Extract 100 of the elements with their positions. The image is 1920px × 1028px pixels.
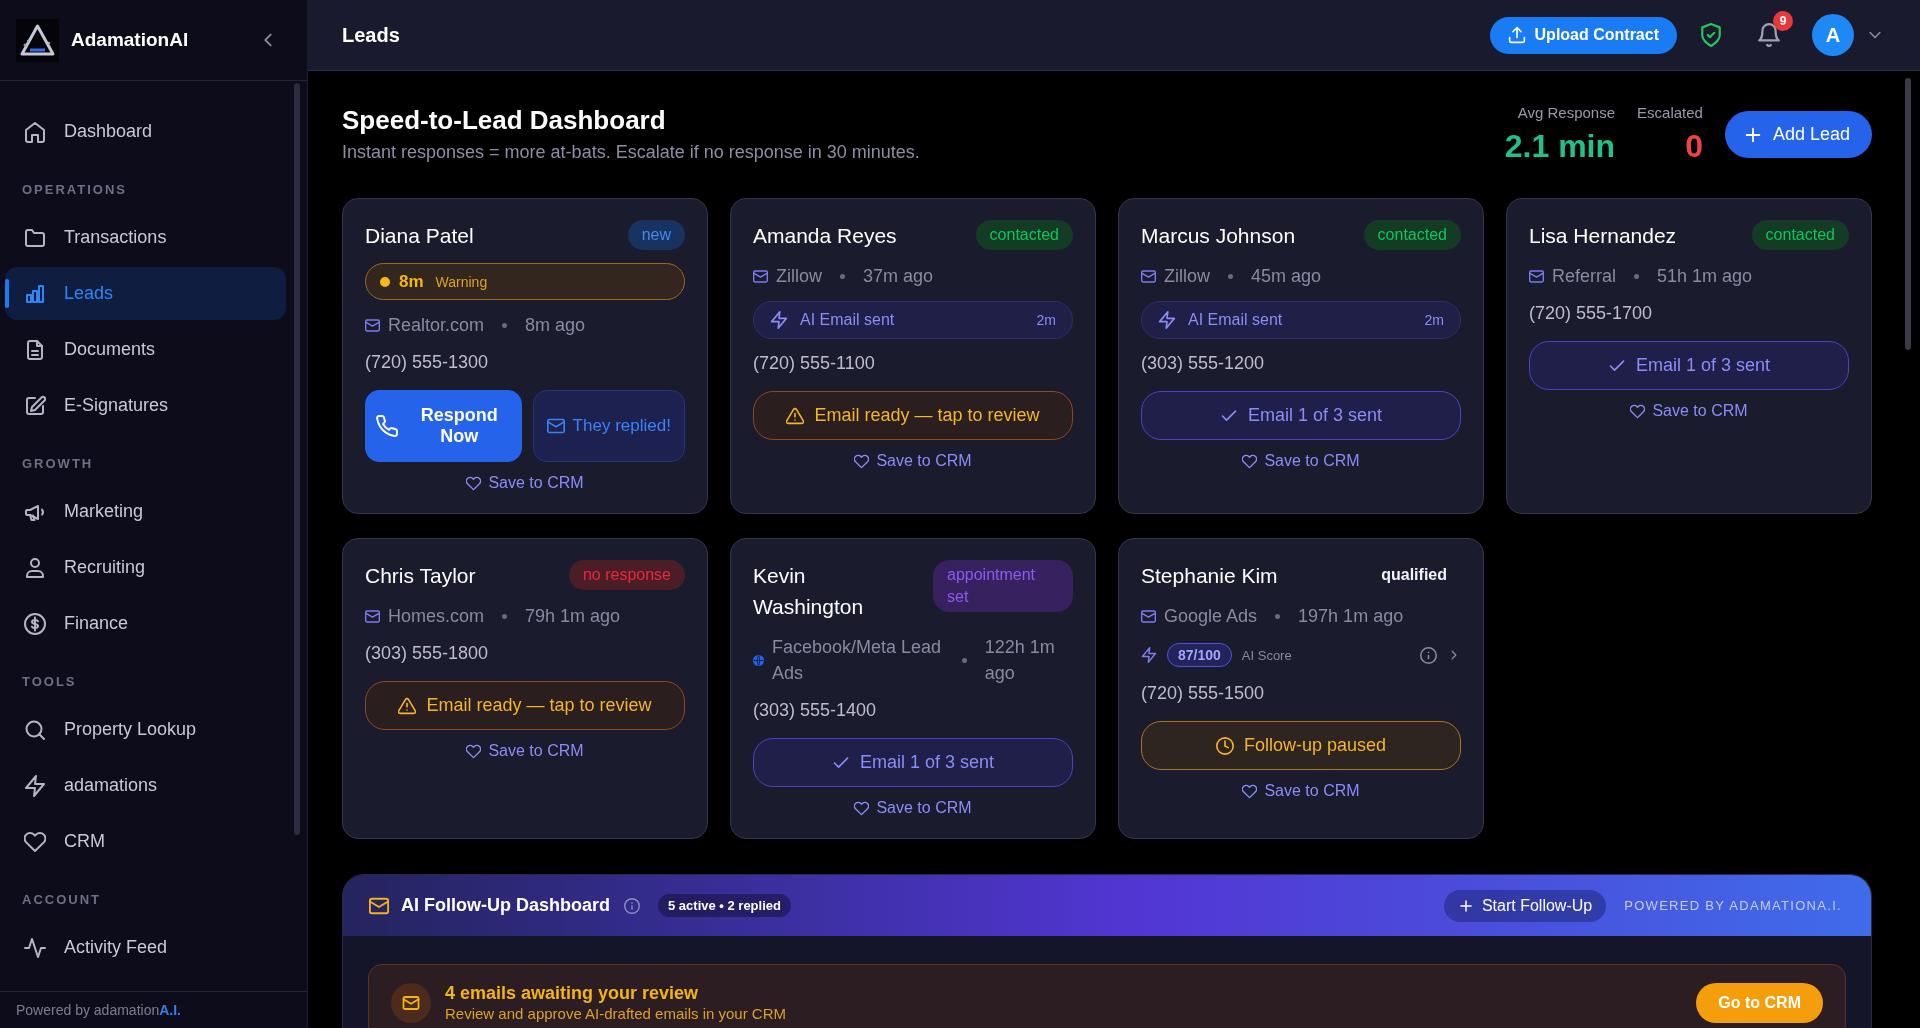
- nav-item[interactable]: Leads: [5, 267, 286, 320]
- lightning-icon: [1158, 311, 1176, 329]
- scrollbar-thumb[interactable]: [1905, 78, 1911, 350]
- nav-item[interactable]: CRM: [5, 815, 286, 868]
- nav-item[interactable]: Transactions: [5, 211, 286, 264]
- document-icon: [24, 338, 46, 361]
- lead-name: Marcus Johnson: [1141, 223, 1296, 249]
- save-to-crm-link[interactable]: Save to CRM: [1242, 451, 1360, 471]
- lead-source: Homes.com: [388, 605, 485, 628]
- nav-item[interactable]: E-Signatures: [5, 379, 286, 432]
- stat-value: 2.1 min: [1504, 127, 1616, 165]
- lead-source: Realtor.com: [388, 314, 485, 337]
- follow-up-summary: 5 active • 2 replied: [658, 894, 791, 917]
- warning-icon: [398, 696, 417, 715]
- warning-icon: [786, 406, 805, 425]
- dollar-icon: [24, 612, 46, 635]
- heart-icon: [1630, 403, 1646, 419]
- start-follow-up-button[interactable]: Start Follow-Up: [1443, 889, 1607, 922]
- lead-source: Zillow: [776, 265, 822, 288]
- phone-number: (720) 555-1100: [753, 352, 876, 375]
- edit-icon: [24, 394, 46, 417]
- save-to-crm-link[interactable]: Save to CRM: [466, 473, 584, 493]
- nav-item[interactable]: Marketing: [5, 485, 286, 538]
- section-label: OPERATIONS: [22, 182, 128, 198]
- page-title: Leads: [342, 23, 401, 47]
- lead-name: Chris Taylor: [365, 563, 476, 589]
- heart-icon: [854, 453, 870, 469]
- lead-time: 51h 1m ago: [1657, 265, 1753, 288]
- info-icon[interactable]: [624, 897, 640, 914]
- lightning-icon: [1141, 647, 1157, 663]
- lead-source: Google Ads: [1164, 605, 1258, 628]
- ai-email-time: 2m: [1424, 312, 1444, 328]
- status-tag: contacted: [1363, 220, 1461, 250]
- stat-value: 0: [1685, 127, 1703, 165]
- notification-count: 9: [1773, 11, 1793, 31]
- lead-name: Diana Patel: [365, 223, 474, 249]
- lead-source: Facebook/Meta Lead Ads: [772, 636, 943, 685]
- phone-number: (720) 555-1300: [365, 351, 490, 374]
- nav-item[interactable]: Activity Feed: [5, 921, 286, 974]
- lead-time: 79h 1m ago: [525, 605, 621, 628]
- mail-icon: [365, 317, 380, 333]
- upload-contract-button[interactable]: Upload Contract: [1489, 16, 1677, 54]
- separator-dot-icon: [1275, 613, 1281, 619]
- review-email-button[interactable]: Email ready — tap to review: [753, 391, 1073, 440]
- phone-number: (303) 555-1400: [753, 699, 878, 722]
- replied-button[interactable]: They replied!: [532, 390, 685, 462]
- follow-up-title: AI Follow-Up Dashboard: [401, 895, 610, 916]
- add-lead-button[interactable]: Add Lead: [1724, 111, 1872, 158]
- lightning-icon: [24, 774, 46, 797]
- nav-item[interactable]: Property Lookup: [5, 703, 286, 756]
- separator-dot-icon: [502, 322, 508, 328]
- save-to-crm-link[interactable]: Save to CRM: [854, 451, 972, 471]
- bell-icon[interactable]: [1757, 23, 1781, 47]
- stat-label: Escalated: [1637, 104, 1703, 122]
- nav-item[interactable]: Dashboard: [5, 105, 286, 158]
- folder-icon: [24, 226, 46, 249]
- phone-number: (720) 555-1500: [1141, 682, 1266, 705]
- nav-item[interactable]: Recruiting: [5, 541, 286, 594]
- timer-label: Warning: [435, 273, 488, 290]
- mail-icon: [391, 982, 431, 1023]
- email-progress-button[interactable]: Email 1 of 3 sent: [1529, 341, 1849, 390]
- mail-icon: [1141, 608, 1156, 624]
- save-to-crm-link[interactable]: Save to CRM: [1242, 781, 1360, 801]
- nav-item[interactable]: adamations: [5, 759, 286, 812]
- alert-message: Review and approve AI-drafted emails in your CRM: [445, 1004, 787, 1023]
- save-to-crm-link[interactable]: Save to CRM: [1630, 401, 1748, 421]
- status-tag: new: [627, 220, 685, 250]
- search-icon: [24, 718, 46, 741]
- review-email-button[interactable]: Email ready — tap to review: [365, 681, 685, 730]
- separator-dot-icon: [1228, 273, 1233, 279]
- email-progress-button[interactable]: Email 1 of 3 sent: [1141, 391, 1461, 440]
- user-avatar[interactable]: A: [1812, 14, 1854, 56]
- mail-icon: [753, 268, 768, 284]
- follow-up-paused-button[interactable]: Follow-up paused: [1141, 721, 1461, 770]
- heart-icon: [1242, 453, 1258, 469]
- save-to-crm-link[interactable]: Save to CRM: [854, 798, 972, 818]
- nav-item[interactable]: Finance: [5, 597, 286, 650]
- lightning-icon: [770, 311, 788, 329]
- info-icon[interactable]: [1420, 646, 1437, 664]
- brand-name: AdamationAI: [71, 29, 190, 51]
- respond-button[interactable]: Respond Now: [365, 390, 522, 462]
- email-progress-button[interactable]: Email 1 of 3 sent: [753, 738, 1073, 787]
- nav-item[interactable]: Documents: [5, 323, 286, 376]
- person-icon: [24, 556, 46, 579]
- status-tag: no response: [568, 560, 685, 590]
- shield-check-icon[interactable]: [1699, 23, 1723, 47]
- lead-name: Stephanie Kim: [1141, 563, 1278, 589]
- heart-icon: [466, 743, 482, 759]
- pulse-icon: [24, 936, 46, 959]
- save-to-crm-link[interactable]: Save to CRM: [466, 741, 584, 761]
- upload-icon: [1507, 26, 1526, 44]
- heart-icon: [24, 830, 46, 853]
- ai-score-label: AI Score: [1241, 647, 1292, 663]
- powered-by-label: POWERED BY ADAMATIONA.I.: [1624, 898, 1842, 913]
- separator-dot-icon: [502, 613, 508, 619]
- mail-icon: [365, 608, 380, 624]
- heart-icon: [466, 475, 482, 491]
- globe-icon: [753, 654, 764, 666]
- lead-source: Zillow: [1164, 265, 1210, 288]
- scrollbar-thumb[interactable]: [294, 83, 300, 835]
